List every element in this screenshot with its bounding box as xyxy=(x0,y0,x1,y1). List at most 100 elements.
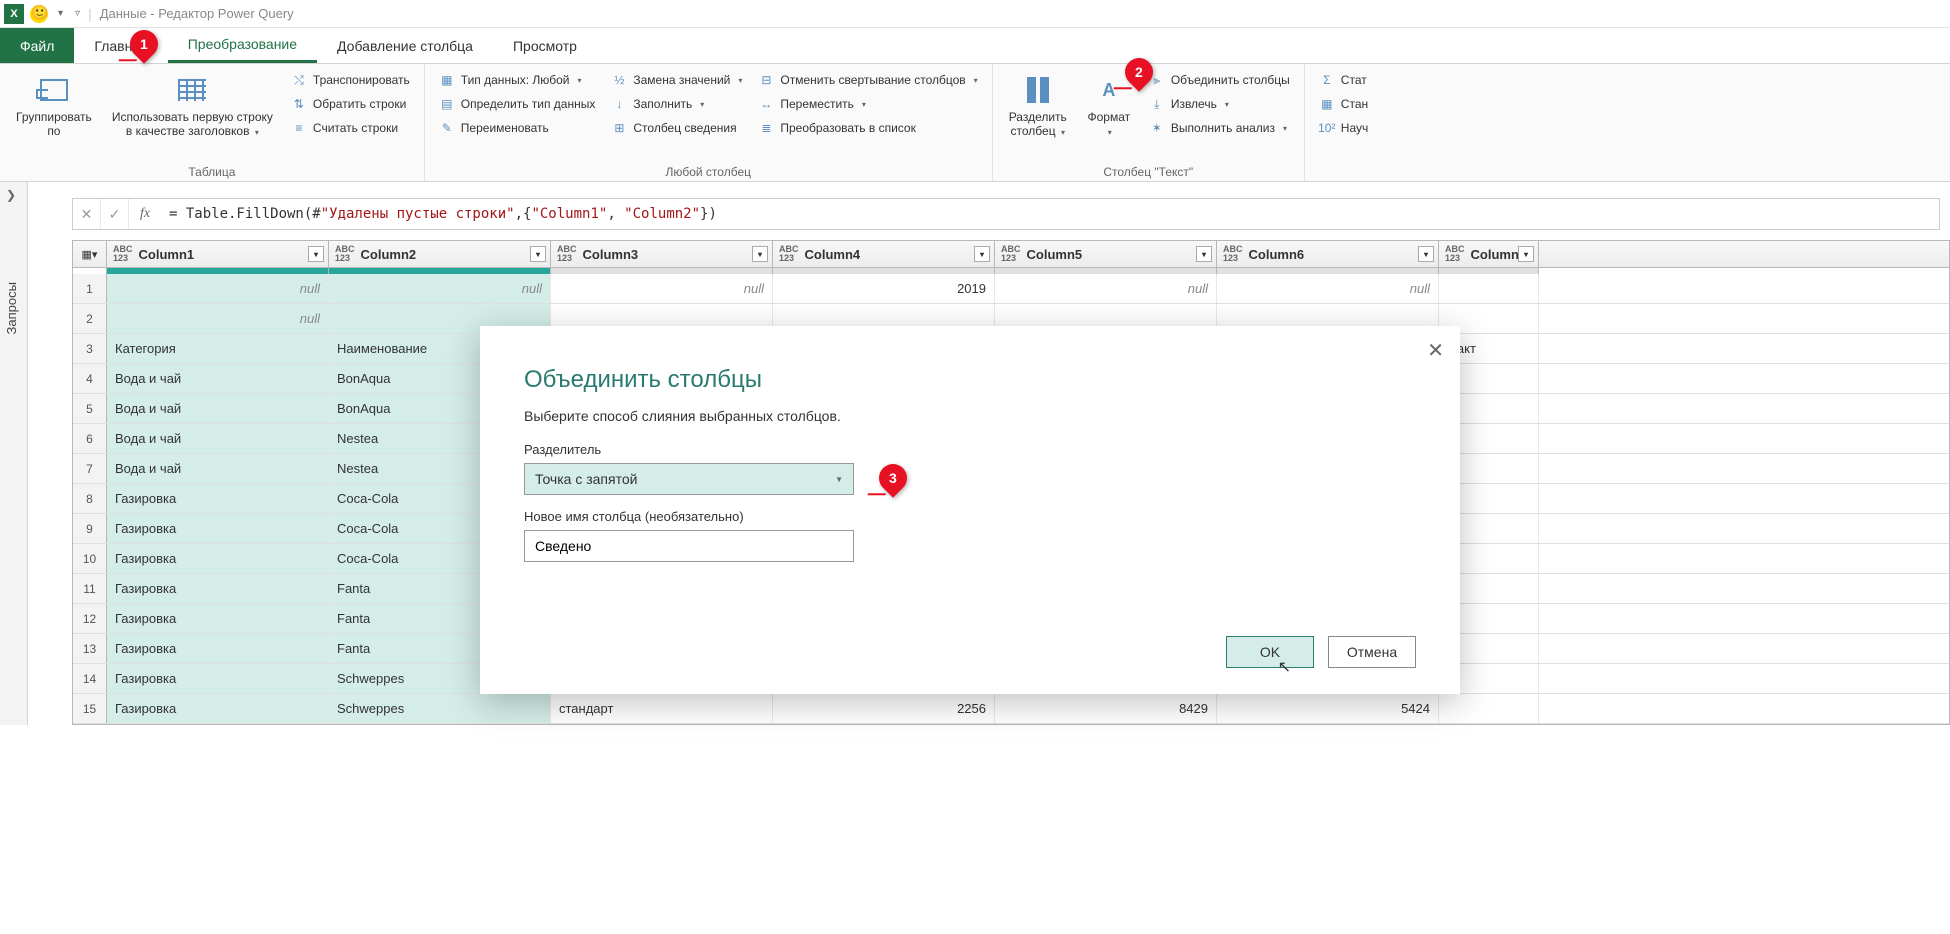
filter-icon[interactable]: ▾ xyxy=(1518,246,1534,262)
count-rows-button[interactable]: ≡Считать строки xyxy=(287,118,414,138)
dialog-title: Объединить столбцы xyxy=(524,366,1416,394)
merge-columns-button[interactable]: ⫸Объединить столбцы xyxy=(1145,70,1294,90)
table-cell[interactable]: Категория xyxy=(107,334,329,363)
tab-view[interactable]: Просмотр xyxy=(493,28,597,63)
titlebar: X ▾ ▿ | Данные - Редактор Power Query xyxy=(0,0,1950,28)
tab-home[interactable]: Главная 1 xyxy=(74,28,167,63)
table-cell[interactable]: Газировка xyxy=(107,664,329,693)
table-row[interactable]: 15ГазировкаSchweppesстандарт225684295424 xyxy=(73,694,1949,724)
column-header[interactable]: ABC123Column3▾ xyxy=(551,241,773,267)
smiley-icon[interactable] xyxy=(30,5,48,23)
filter-icon[interactable]: ▾ xyxy=(752,246,768,262)
table-cell[interactable]: Газировка xyxy=(107,544,329,573)
table-cell[interactable]: 2256 xyxy=(773,694,995,723)
table-cell[interactable]: Вода и чай xyxy=(107,394,329,423)
cancel-button[interactable]: Отмена xyxy=(1328,636,1416,668)
use-first-row-button[interactable]: Использовать первую строку в качестве за… xyxy=(106,70,279,163)
table-cell[interactable]: Вода и чай xyxy=(107,364,329,393)
table-corner[interactable]: ▦▾ xyxy=(73,241,107,267)
type-icon: ABC123 xyxy=(779,245,799,263)
fill-button[interactable]: ↓Заполнить▾ xyxy=(607,94,746,114)
table-cell[interactable]: Газировка xyxy=(107,514,329,543)
extract-icon: ⤓ xyxy=(1149,96,1165,112)
move-button[interactable]: ↔Переместить▾ xyxy=(754,94,981,114)
table-cell[interactable]: null xyxy=(329,274,551,303)
table-cell[interactable]: null xyxy=(551,274,773,303)
group-label-anycol: Любой столбец xyxy=(435,163,982,179)
table-cell[interactable]: Газировка xyxy=(107,604,329,633)
table-cell[interactable]: null xyxy=(107,274,329,303)
tab-addcolumn[interactable]: Добавление столбца xyxy=(317,28,493,63)
replace-icon: ½ xyxy=(611,72,627,88)
rename-button[interactable]: ✎Переименовать xyxy=(435,118,600,138)
table-cell[interactable]: Газировка xyxy=(107,574,329,603)
commit-formula-icon[interactable]: ✓ xyxy=(101,199,129,229)
analyze-button[interactable]: ✶Выполнить анализ▾ xyxy=(1145,118,1294,138)
table-cell[interactable] xyxy=(1439,694,1539,723)
column-header[interactable]: ABC123Column1▾ xyxy=(107,241,329,267)
reverse-rows-button[interactable]: ⇅Обратить строки xyxy=(287,94,414,114)
format-button[interactable]: A Формат▾ xyxy=(1081,70,1137,163)
ok-button[interactable]: OK ↖ xyxy=(1226,636,1314,668)
filter-icon[interactable]: ▾ xyxy=(308,246,324,262)
extract-button[interactable]: ⤓Извлечь▾ xyxy=(1145,94,1294,114)
table-cell[interactable]: null xyxy=(107,304,329,333)
newname-input[interactable] xyxy=(524,530,854,562)
column-header[interactable]: ABC123Column2▾ xyxy=(329,241,551,267)
queries-panel[interactable]: ❯ Запросы xyxy=(0,182,28,725)
chevron-down-icon: ▼ xyxy=(835,475,843,484)
table-cell[interactable]: Газировка xyxy=(107,694,329,723)
table-cell[interactable]: null xyxy=(995,274,1217,303)
filter-icon[interactable]: ▾ xyxy=(1196,246,1212,262)
unpivot-button[interactable]: ⊟Отменить свертывание столбцов▾ xyxy=(754,70,981,90)
filter-icon[interactable]: ▾ xyxy=(1418,246,1434,262)
qat-dropdown-icon[interactable]: ▾ xyxy=(58,8,63,19)
expand-icon[interactable]: ❯ xyxy=(6,188,16,202)
type-icon: ABC123 xyxy=(1001,245,1021,263)
format-icon: A xyxy=(1093,74,1125,106)
table-cell[interactable]: 8429 xyxy=(995,694,1217,723)
cancel-formula-icon[interactable]: ✕ xyxy=(73,199,101,229)
qat-customize-icon[interactable]: ▿ xyxy=(75,8,80,19)
scientific-button[interactable]: 10²Науч xyxy=(1315,118,1372,138)
type-icon: ABC123 xyxy=(335,245,355,263)
column-header[interactable]: ABC123Column7▾ xyxy=(1439,241,1539,267)
table-row[interactable]: 1nullnullnull2019nullnull xyxy=(73,274,1949,304)
table-cell[interactable]: Вода и чай xyxy=(107,454,329,483)
column-header[interactable]: ABC123Column5▾ xyxy=(995,241,1217,267)
table-cell[interactable]: стандарт xyxy=(551,694,773,723)
table-cell[interactable]: 2019 xyxy=(773,274,995,303)
replace-values-button[interactable]: ½Замена значений▾ xyxy=(607,70,746,90)
analyze-icon: ✶ xyxy=(1149,120,1165,136)
table-cell[interactable]: Вода и чай xyxy=(107,424,329,453)
column-header[interactable]: ABC123Column4▾ xyxy=(773,241,995,267)
sci-icon: 10² xyxy=(1319,120,1335,136)
table-cell[interactable]: Газировка xyxy=(107,484,329,513)
groupby-icon xyxy=(38,74,70,106)
transpose-button[interactable]: ⤭Транспонировать xyxy=(287,70,414,90)
datatype-button[interactable]: ▦Тип данных: Любой▾ xyxy=(435,70,600,90)
fx-icon[interactable]: fx xyxy=(129,206,161,222)
standard-button[interactable]: ▦Стан xyxy=(1315,94,1372,114)
column-header[interactable]: ABC123Column6▾ xyxy=(1217,241,1439,267)
pivot-button[interactable]: ⊞Столбец сведения xyxy=(607,118,746,138)
filter-icon[interactable]: ▾ xyxy=(974,246,990,262)
detect-type-button[interactable]: ▤Определить тип данных xyxy=(435,94,600,114)
separator-label: Разделитель xyxy=(524,442,1416,457)
table-cell[interactable]: Газировка xyxy=(107,634,329,663)
tolist-button[interactable]: ≣Преобразовать в список xyxy=(754,118,981,138)
separator-select[interactable]: Точка с запятой ▼ 3 xyxy=(524,463,854,495)
tab-file[interactable]: Файл xyxy=(0,28,74,63)
table-cell[interactable]: Schweppes xyxy=(329,694,551,723)
statistics-button[interactable]: ΣСтат xyxy=(1315,70,1372,90)
table-cell[interactable] xyxy=(1439,274,1539,303)
groupby-button[interactable]: Группировать по xyxy=(10,70,98,163)
formula-text[interactable]: = Table.FillDown(#"Удалены пустые строки… xyxy=(161,206,1939,222)
type-icon: ABC123 xyxy=(1445,245,1465,263)
table-cell[interactable]: null xyxy=(1217,274,1439,303)
filter-icon[interactable]: ▾ xyxy=(530,246,546,262)
split-column-button[interactable]: Разделить столбец ▾ xyxy=(1003,70,1073,163)
close-icon[interactable]: ✕ xyxy=(1427,338,1444,363)
tab-transform[interactable]: Преобразование xyxy=(168,28,317,63)
table-cell[interactable]: 5424 xyxy=(1217,694,1439,723)
